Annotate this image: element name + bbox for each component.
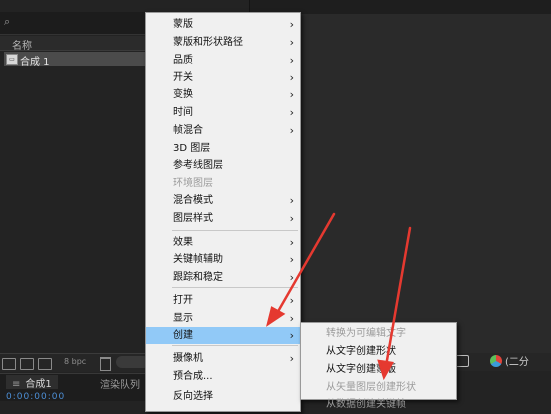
chevron-right-icon: › <box>289 236 294 249</box>
menu-item-label: 反向选择 <box>173 391 213 402</box>
menu-item-label: 创建 <box>173 330 193 341</box>
submenu-item[interactable]: 从矢量图层创建形状 <box>301 379 456 397</box>
menu-item[interactable]: 预合成... <box>146 368 300 385</box>
menu-item-label: 开关 <box>173 72 193 83</box>
trash-icon[interactable] <box>100 357 111 371</box>
snapshot-camera-icon[interactable] <box>455 355 469 367</box>
menu-item-label: 效果 <box>173 237 193 248</box>
chevron-right-icon: › <box>289 88 294 101</box>
menu-item-label: 帧混合 <box>173 125 203 136</box>
menu-item[interactable]: 创建 › <box>146 327 300 344</box>
menu-item-label: 蒙版 <box>173 19 193 30</box>
submenu-item-label: 从文字创建蒙版 <box>326 364 396 375</box>
chevron-right-icon: › <box>289 124 294 137</box>
menu-item-label: 环境图层 <box>173 178 213 189</box>
layer-context-menu: 蒙版 › 蒙版和形状路径 › 品质 › 开关 › 变换 › 时间 › 帧混合 › 3D 图层参考线图层环境图… <box>145 12 301 412</box>
menu-item[interactable]: 关键帧辅助 › <box>146 251 300 268</box>
interpret-footage-icon[interactable] <box>2 358 16 370</box>
menu-item-label: 打开 <box>173 295 193 306</box>
chevron-right-icon: › <box>289 253 294 266</box>
menu-separator <box>172 230 298 231</box>
menu-item-label: 品质 <box>173 55 193 66</box>
tab-composition[interactable]: ≡ 合成1 <box>6 375 58 390</box>
chevron-right-icon: › <box>289 18 294 31</box>
menu-item[interactable]: 图层样式 › <box>146 210 300 227</box>
menu-item[interactable]: 跟踪和稳定 › <box>146 269 300 286</box>
menu-item-label: 图层样式 <box>173 213 213 224</box>
menu-item[interactable]: 蒙版 › <box>146 16 300 33</box>
menu-item-label: 混合模式 <box>173 195 213 206</box>
menu-item[interactable]: 品质 › <box>146 52 300 69</box>
column-header: 名称 <box>0 36 146 52</box>
menu-item-label: 时间 <box>173 107 193 118</box>
menu-item[interactable]: 3D 图层 <box>146 140 300 157</box>
new-composition-icon[interactable] <box>38 358 52 370</box>
menu-item-label: 3D 图层 <box>173 143 211 154</box>
resolution-select[interactable]: (二分 <box>505 353 529 368</box>
menu-item[interactable]: 反向选择 <box>146 388 300 405</box>
submenu-item[interactable]: 转换为可编辑文字 <box>301 325 456 343</box>
submenu-item[interactable]: 从文字创建形状 <box>301 343 456 361</box>
current-timecode[interactable]: 0:00:00:00 <box>6 392 65 402</box>
create-submenu: 转换为可编辑文字 从文字创建形状 从文字创建蒙版从矢量图层创建形状 从数据创建关键帧 <box>300 322 457 410</box>
project-item-label: 合成 1 <box>20 57 50 68</box>
project-item-comp[interactable]: ▭ 合成 1 <box>4 52 146 68</box>
menu-item[interactable]: 蒙版和形状路径 › <box>146 34 300 51</box>
menu-item[interactable]: 显示 › <box>146 310 300 327</box>
chevron-right-icon: › <box>289 312 294 325</box>
chevron-right-icon: › <box>289 212 294 225</box>
composition-icon: ▭ <box>6 54 18 65</box>
menu-item[interactable]: 参考线图层 <box>146 157 300 174</box>
menu-item-label: 预合成... <box>173 371 213 382</box>
menu-separator <box>172 287 298 288</box>
menu-item[interactable]: 开关 › <box>146 69 300 86</box>
chevron-right-icon: › <box>289 194 294 207</box>
bit-depth-label[interactable]: 8 bpc <box>64 357 86 366</box>
chevron-right-icon: › <box>289 71 294 84</box>
chevron-right-icon: › <box>289 36 294 49</box>
menu-item[interactable]: 环境图层 <box>146 175 300 192</box>
menu-item-label: 关键帧辅助 <box>173 254 223 265</box>
chevron-right-icon: › <box>289 106 294 119</box>
submenu-item[interactable]: 从数据创建关键帧 <box>301 396 456 414</box>
menu-item-label: 参考线图层 <box>173 160 223 171</box>
menu-item-label: 摄像机 <box>173 353 203 364</box>
project-search-bar[interactable] <box>0 12 146 35</box>
channel-icon[interactable] <box>490 355 502 367</box>
new-folder-icon[interactable] <box>20 358 34 370</box>
menu-item[interactable]: 变换 › <box>146 86 300 103</box>
chevron-right-icon: › <box>289 294 294 307</box>
menu-item[interactable]: 效果 › <box>146 234 300 251</box>
menu-separator <box>172 345 298 346</box>
search-icon[interactable]: ⌕ <box>4 15 18 29</box>
submenu-item-label: 从矢量图层创建形状 <box>326 382 416 393</box>
chevron-right-icon: › <box>289 329 294 342</box>
menu-item[interactable]: 帧混合 › <box>146 122 300 139</box>
menu-item-label: 显示 <box>173 313 193 324</box>
menu-item[interactable]: 混合模式 › <box>146 192 300 209</box>
submenu-item[interactable]: 从文字创建蒙版 <box>301 361 456 379</box>
tab-render-queue[interactable]: 渲染队列 <box>100 376 140 391</box>
submenu-item-label: 转换为可编辑文字 <box>326 328 406 339</box>
menu-item-label: 跟踪和稳定 <box>173 272 223 283</box>
submenu-item-label: 从文字创建形状 <box>326 346 396 357</box>
column-name-label[interactable]: 名称 <box>12 37 32 52</box>
menu-item[interactable]: 摄像机 › <box>146 350 300 367</box>
tab-composition-label: 合成1 <box>25 379 52 390</box>
chevron-right-icon: › <box>289 54 294 67</box>
menu-item[interactable]: 打开 › <box>146 292 300 309</box>
chevron-right-icon: › <box>289 352 294 365</box>
menu-item[interactable]: 时间 › <box>146 104 300 121</box>
composition-viewer[interactable] <box>300 14 551 354</box>
submenu-item-label: 从数据创建关键帧 <box>326 399 406 410</box>
menu-item-label: 变换 <box>173 89 193 100</box>
panel-menu-icon[interactable]: ≡ <box>12 379 20 390</box>
chevron-right-icon: › <box>289 271 294 284</box>
menu-item-label: 蒙版和形状路径 <box>173 37 243 48</box>
